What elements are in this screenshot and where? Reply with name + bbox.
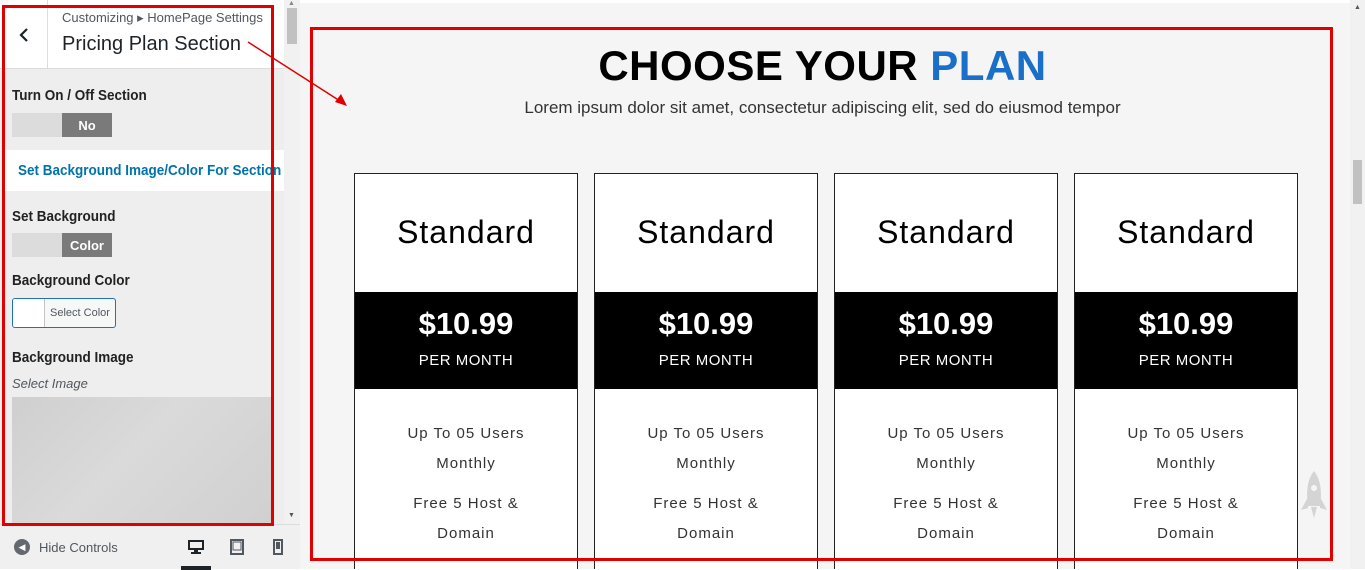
background-type-value: Color [62,233,112,257]
chevron-left-icon [18,27,28,42]
pricing-heading: CHOOSE YOUR PLAN [300,42,1345,90]
section-toggle[interactable]: No [12,113,112,137]
scroll-down-arrow-icon[interactable]: ▼ [288,512,295,519]
pricing-subheading: Lorem ipsum dolor sit amet, consectetur … [524,98,1121,117]
background-image-label: Background Image [12,349,134,366]
plan-name: Standard [1117,214,1255,250]
plan-feature: Free 5 Host & [653,495,759,512]
back-button[interactable] [0,0,48,69]
plan-feature: Free 5 Host & [1133,495,1239,512]
scroll-up-arrow-icon[interactable]: ▲ [288,0,295,7]
plan-feature: Free 5 Host & [893,495,999,512]
plan-name: Standard [397,214,535,250]
desktop-icon [188,540,204,554]
select-color-button[interactable]: Select Color [12,298,116,328]
mobile-icon [273,539,283,555]
select-color-label: Select Color [50,307,110,319]
background-type-toggle[interactable]: Color [12,233,112,257]
plan-feature: Domain [917,525,975,542]
plan-feature: Up To 05 Users [647,425,765,442]
site-preview: CHOOSE YOUR PLAN Lorem ipsum dolor sit a… [300,0,1350,569]
customizer-panel: Customizing ▸ HomePage Settings Pricing … [0,0,300,570]
plan-period: PER MONTH [418,352,514,369]
plan-feature: Monthly [1156,455,1216,472]
pricing-card: Standard $10.99 PER MONTH Up To 05 Users… [594,173,818,569]
background-settings-link[interactable]: Set Background Image/Color For Section [4,150,284,191]
page-scroll-up-arrow-icon[interactable]: ▲ [1354,4,1361,11]
plan-price: $10.99 [418,306,514,341]
pricing-card: Standard $10.99 PER MONTH Up To 05 Users… [354,173,578,569]
plan-period: PER MONTH [898,352,994,369]
price-band: $10.99 PER MONTH [835,292,1057,389]
background-image-preview[interactable] [12,397,272,524]
panel-footer: ◀ Hide Controls [0,524,300,570]
plan-feature: Monthly [916,455,976,472]
set-background-label: Set Background [12,208,116,225]
hide-controls-button[interactable]: ◀ Hide Controls [14,539,118,555]
rocket-scroll-top-icon[interactable] [1300,470,1328,520]
page-scrollbar-thumb[interactable] [1353,160,1362,204]
preview-tablet-button[interactable] [222,535,252,570]
price-band: $10.99 PER MONTH [595,292,817,389]
plan-name: Standard [877,214,1015,250]
plan-feature: Up To 05 Users [407,425,525,442]
plan-feature: Monthly [676,455,736,472]
panel-scrollbar-thumb[interactable] [287,8,297,44]
price-band: $10.99 PER MONTH [355,292,577,389]
collapse-arrow-icon: ◀ [14,539,30,555]
pricing-card: Standard $10.99 PER MONTH Up To 05 Users… [1074,173,1298,569]
section-toggle-value: No [62,113,112,137]
plan-feature: Up To 05 Users [887,425,1005,442]
tablet-icon [230,539,244,555]
pricing-heading-main: CHOOSE YOUR [598,42,931,89]
plan-price: $10.99 [658,306,754,341]
plan-price: $10.99 [1138,306,1234,341]
select-image-link[interactable]: Select Image [12,376,88,391]
panel-scrollbar[interactable]: ▲ ▼ [284,0,300,524]
preview-mobile-button[interactable] [263,535,293,570]
plan-price: $10.99 [898,306,994,341]
background-settings-link-label: Set Background Image/Color For Section [18,162,282,179]
plan-feature: Domain [1157,525,1215,542]
panel-header: Customizing ▸ HomePage Settings Pricing … [0,0,284,69]
breadcrumb: Customizing ▸ HomePage Settings [62,10,263,25]
page-scrollbar[interactable]: ▲ [1350,0,1365,569]
plan-period: PER MONTH [658,352,754,369]
pricing-card: Standard $10.99 PER MONTH Up To 05 Users… [834,173,1058,569]
panel-content: Customizing ▸ HomePage Settings Pricing … [0,0,284,524]
plan-period: PER MONTH [1138,352,1234,369]
hide-controls-label: Hide Controls [39,539,118,555]
plan-feature: Domain [677,525,735,542]
color-swatch [13,299,45,327]
plan-feature: Domain [437,525,495,542]
price-band: $10.99 PER MONTH [1075,292,1297,389]
pricing-heading-accent: PLAN [930,42,1047,89]
plan-name: Standard [637,214,775,250]
preview-top-strip [300,0,1350,3]
preview-desktop-button[interactable] [181,535,211,570]
plan-feature: Up To 05 Users [1127,425,1245,442]
section-toggle-label: Turn On / Off Section [12,87,147,104]
plan-feature: Monthly [436,455,496,472]
plan-feature: Free 5 Host & [413,495,519,512]
panel-title: Pricing Plan Section [62,33,241,55]
background-color-label: Background Color [12,272,130,289]
